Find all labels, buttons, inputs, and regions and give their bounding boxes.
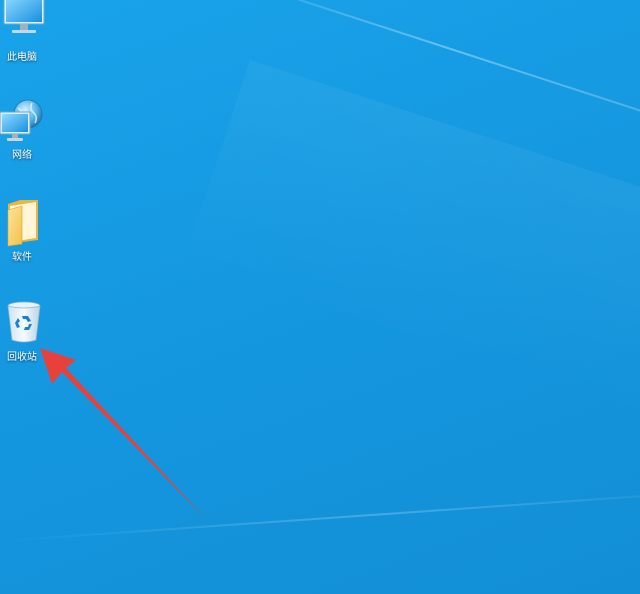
wallpaper-light-beam — [182, 60, 640, 455]
computer-icon — [0, 0, 46, 48]
wallpaper-light-streak — [179, 0, 640, 179]
desktop-icon-label: 软件 — [12, 252, 32, 263]
desktop[interactable]: 此电脑 网络 软件 回收站 — [0, 0, 640, 594]
desktop-icon-network[interactable]: 网络 — [0, 98, 50, 162]
desktop-icon-label: 此电脑 — [7, 52, 37, 63]
network-icon — [0, 98, 46, 146]
folder-icon — [0, 200, 46, 248]
recycle-bin-icon — [0, 300, 46, 348]
desktop-icon-label: 网络 — [12, 150, 32, 161]
annotation-arrow — [40, 348, 207, 520]
desktop-icon-recycle-bin[interactable]: 回收站 — [0, 300, 50, 364]
wallpaper-light-streak — [0, 486, 640, 542]
desktop-icon-this-pc[interactable]: 此电脑 — [0, 0, 50, 64]
desktop-icon-label: 回收站 — [7, 352, 37, 363]
desktop-icon-software-folder[interactable]: 软件 — [0, 200, 50, 264]
